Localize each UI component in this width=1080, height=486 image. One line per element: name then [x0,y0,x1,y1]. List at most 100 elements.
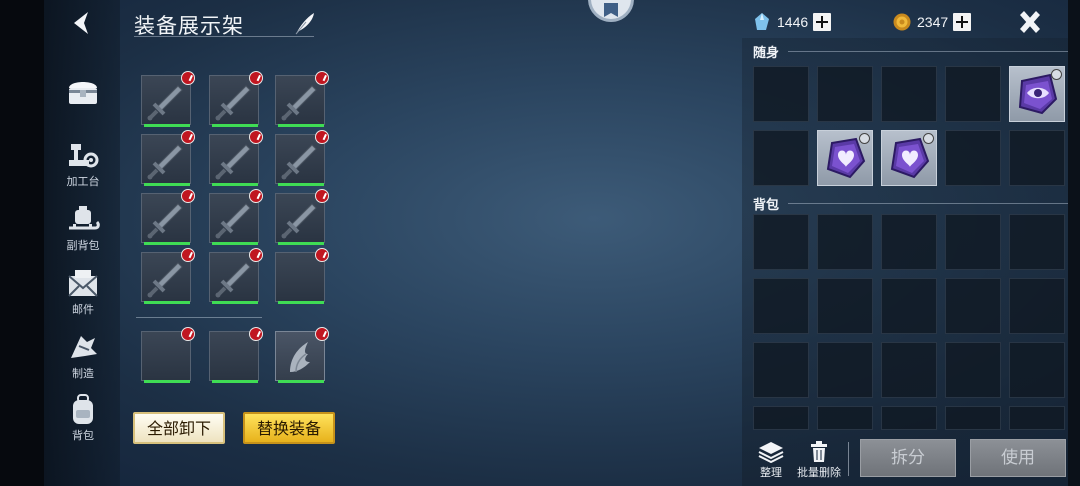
bag-slot[interactable] [1009,278,1065,334]
rack-slot[interactable] [209,130,263,186]
carry-slot[interactable] [945,66,1001,122]
bag-slot[interactable] [881,278,937,334]
durability-bar [144,380,190,383]
nav-item-workbench[interactable]: 加工台 [52,140,114,189]
bag-slot[interactable] [753,342,809,398]
carry-slot[interactable] [881,66,937,122]
nav-item-craft[interactable]: 制造 [52,332,114,381]
bag-slot[interactable] [881,342,937,398]
rack-slot[interactable] [275,71,329,127]
durability-bar [278,183,324,186]
bag-slot[interactable] [1009,406,1065,430]
red-status-badge-icon [315,130,329,144]
sword-icon [215,144,251,180]
bag-slot[interactable] [945,406,1001,430]
back-button[interactable] [62,8,102,38]
bag-slot[interactable] [881,406,937,430]
bag-slot[interactable] [945,278,1001,334]
carry-slot[interactable] [881,130,937,186]
nav-item-mail[interactable]: 邮件 [52,268,114,317]
red-status-badge-icon [249,327,263,341]
wing-icon [290,342,310,373]
crossed-tools-icon [1020,11,1040,33]
crystal-amount: 1446 [777,14,809,30]
replace-equipment-button[interactable]: 替换装备 [243,412,335,444]
bag-slot[interactable] [881,214,937,270]
rack-slot[interactable] [141,248,195,304]
carry-slot[interactable] [1009,130,1065,186]
red-status-badge-icon [181,248,195,262]
bag-slot[interactable] [817,278,873,334]
right-edge-bar [1068,0,1080,486]
sword-icon [281,203,317,239]
add-gold-button[interactable] [953,13,972,31]
bag-slot[interactable] [817,342,873,398]
rack-slot[interactable] [275,327,329,383]
nav-item-chest[interactable] [52,76,114,108]
rack-slot[interactable] [209,248,263,304]
carry-slot[interactable] [817,66,873,122]
bag-slot[interactable] [817,214,873,270]
red-status-badge-icon [181,130,195,144]
carry-slot[interactable] [753,66,809,122]
red-status-badge-icon [181,71,195,85]
bag-slot[interactable] [753,406,809,430]
rack-slot[interactable] [209,327,263,383]
crystal-icon [755,13,769,30]
use-button[interactable]: 使用 [970,439,1066,477]
bag-slot[interactable] [945,214,1001,270]
bag-slot[interactable] [753,214,809,270]
red-status-badge-icon [249,130,263,144]
title-underline [134,36,314,37]
bag-section-line [788,203,1068,204]
batch-delete-label: 批量删除 [797,467,841,479]
durability-bar [212,124,258,127]
rack-slot[interactable] [275,248,329,304]
nav-label-workbench: 加工台 [66,176,100,188]
item-tag-icon [1051,69,1062,80]
bag-slot[interactable] [817,406,873,430]
unequip-all-button[interactable]: 全部卸下 [133,412,225,444]
carry-slot[interactable] [753,130,809,186]
red-status-badge-icon [249,248,263,262]
arrow-left-icon [74,12,88,34]
red-status-badge-icon [249,189,263,203]
bag-slot[interactable] [1009,214,1065,270]
rack-slot[interactable] [141,130,195,186]
add-crystal-button[interactable] [813,13,832,31]
red-status-badge-icon [315,248,329,262]
sort-button[interactable]: 整理 [754,441,788,480]
nav-item-sub-bag[interactable]: 副背包 [52,204,114,253]
durability-bar [278,301,324,304]
close-button[interactable] [1016,9,1044,37]
bag-slot[interactable] [753,278,809,334]
batch-delete-button[interactable]: 批量删除 [794,441,844,480]
durability-bar [212,183,258,186]
banner-icon [604,3,618,17]
nav-label-mail: 邮件 [72,304,94,316]
sword-icon [147,203,183,239]
red-status-badge-icon [181,189,195,203]
bag-slot[interactable] [945,342,1001,398]
sword-icon [147,262,183,298]
red-status-badge-icon [249,71,263,85]
carry-section-label: 随身 [753,45,780,60]
rack-slot[interactable] [141,71,195,127]
carry-slot[interactable] [945,130,1001,186]
rack-slot[interactable] [141,327,195,383]
rack-slot[interactable] [141,189,195,245]
item-tag-icon [859,133,870,144]
rename-button[interactable] [292,10,318,36]
rack-slot[interactable] [275,189,329,245]
sword-icon [215,262,251,298]
carry-slot[interactable] [1009,66,1065,122]
durability-bar [278,124,324,127]
rack-slot[interactable] [209,71,263,127]
nav-item-bag[interactable]: 背包 [52,394,114,443]
carry-slot[interactable] [817,130,873,186]
top-banner-tab[interactable] [588,0,634,22]
bag-slot[interactable] [1009,342,1065,398]
rack-slot[interactable] [275,130,329,186]
rack-slot[interactable] [209,189,263,245]
split-button[interactable]: 拆分 [860,439,956,477]
